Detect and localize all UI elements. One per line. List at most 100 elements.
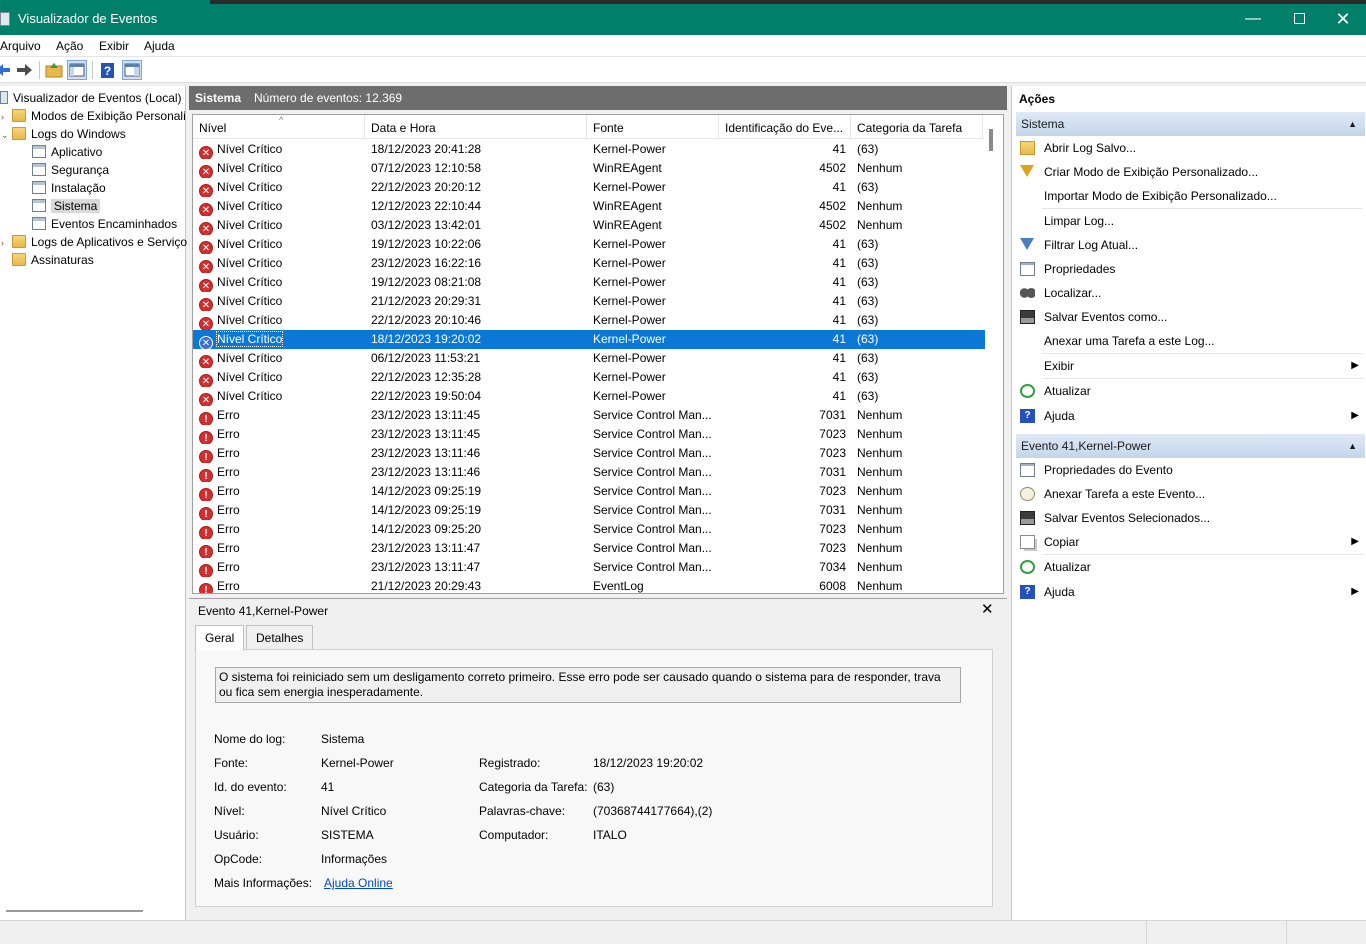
cell-level: ✕ Nível Crítico bbox=[199, 178, 359, 197]
action-help[interactable]: ? Ajuda ▶ bbox=[1016, 404, 1365, 428]
tree-custom-views[interactable]: Modos de Exibição Personali bbox=[12, 107, 186, 125]
chevron-down-icon[interactable]: ⌄ bbox=[1, 130, 9, 141]
action-import-custom-view[interactable]: Importar Modo de Exibição Personalizado.… bbox=[1016, 184, 1365, 208]
table-row[interactable]: ✕ Nível Crítico 22/12/2023 20:20:12 Kernel-… bbox=[193, 178, 985, 197]
critical-icon: ✕ bbox=[199, 203, 213, 216]
online-help-link[interactable]: Ajuda Online bbox=[324, 876, 393, 890]
show-hide-tree-button[interactable] bbox=[67, 60, 87, 80]
action-create-custom-view[interactable]: Criar Modo de Exibição Personalizado... bbox=[1016, 160, 1365, 184]
tree-security[interactable]: Segurança bbox=[32, 161, 109, 179]
help-button[interactable]: ? bbox=[99, 60, 119, 80]
menu-arquivo[interactable]: Arquivo bbox=[0, 39, 41, 53]
horizontal-scrollbar[interactable] bbox=[6, 910, 143, 912]
action-help-event[interactable]: ? Ajuda ▶ bbox=[1016, 580, 1365, 604]
table-row[interactable]: ✕ Nível Crítico 21/12/2023 20:29:31 Kernel-… bbox=[193, 292, 985, 311]
table-row[interactable]: ! Erro 14/12/2023 09:25:20 Service Control … bbox=[193, 520, 985, 539]
cell-event-id: 41 bbox=[832, 275, 846, 289]
table-row[interactable]: ✕ Nível Crítico 22/12/2023 12:35:28 Kernel-… bbox=[193, 368, 985, 387]
table-row[interactable]: ✕ Nível Crítico 03/12/2023 13:42:01 WinREAg… bbox=[193, 216, 985, 235]
forward-button[interactable] bbox=[14, 60, 34, 80]
chevron-right-icon[interactable]: › bbox=[1, 238, 4, 248]
table-row[interactable]: ✕ Nível Crítico 06/12/2023 11:53:21 Kernel-… bbox=[193, 349, 985, 368]
table-row[interactable]: ! Erro 23/12/2023 13:11:46 Service Control … bbox=[193, 444, 985, 463]
action-clear-log[interactable]: Limpar Log... bbox=[1016, 209, 1365, 233]
action-properties-label: Propriedades bbox=[1044, 262, 1116, 276]
cell-event-id: 41 bbox=[832, 180, 846, 194]
table-row[interactable]: ✕ Nível Crítico 12/12/2023 22:10:44 WinREAg… bbox=[193, 197, 985, 216]
tree-subscriptions[interactable]: Assinaturas bbox=[12, 251, 94, 269]
cell-level: ✕ Nível Crítico bbox=[199, 330, 359, 349]
table-row[interactable]: ! Erro 23/12/2023 13:11:46 Service Control … bbox=[193, 463, 985, 482]
close-button[interactable]: ✕ bbox=[1320, 6, 1366, 32]
cell-date: 21/12/2023 20:29:31 bbox=[371, 294, 482, 308]
tree-setup[interactable]: Instalação bbox=[32, 179, 106, 197]
action-attach-task-log[interactable]: Anexar uma Tarefa a este Log... bbox=[1016, 329, 1365, 353]
event-list: Nível ^ Data e Hora Fonte Identificação d… bbox=[192, 114, 1004, 594]
column-header-task-category[interactable]: Categoria da Tarefa bbox=[851, 115, 983, 139]
action-event-properties[interactable]: Propriedades do Evento bbox=[1016, 458, 1365, 482]
collapse-up-icon[interactable]: ▲ bbox=[1348, 434, 1357, 458]
column-header-level[interactable]: Nível ^ bbox=[193, 115, 365, 139]
action-save-events-as[interactable]: Salvar Eventos como... bbox=[1016, 305, 1365, 329]
show-hide-action-pane-button[interactable] bbox=[122, 60, 142, 80]
cell-task-category: Nenhum bbox=[857, 408, 903, 422]
menu-ajuda[interactable]: Ajuda bbox=[144, 39, 175, 53]
action-save-selected-events[interactable]: Salvar Eventos Selecionados... bbox=[1016, 506, 1365, 530]
action-properties[interactable]: Propriedades bbox=[1016, 257, 1365, 281]
table-row[interactable]: ! Erro 23/12/2023 13:11:47 Service Control … bbox=[193, 558, 985, 577]
minimize-button[interactable]: — bbox=[1230, 6, 1276, 32]
table-row[interactable]: ✕ Nível Crítico 23/12/2023 16:22:16 Kernel-… bbox=[193, 254, 985, 273]
menu-acao[interactable]: Ação bbox=[56, 39, 83, 53]
table-row[interactable]: ✕ Nível Crítico 19/12/2023 10:22:06 Kernel-… bbox=[193, 235, 985, 254]
table-row[interactable]: ✕ Nível Crítico 18/12/2023 20:41:28 Kernel-… bbox=[193, 140, 985, 159]
table-row[interactable]: ✕ Nível Crítico 22/12/2023 20:10:46 Kernel-… bbox=[193, 311, 985, 330]
cell-level: ! Erro bbox=[199, 577, 359, 593]
action-filter-log[interactable]: Filtrar Log Atual... bbox=[1016, 233, 1365, 257]
actions-section-system[interactable]: Sistema ▲ bbox=[1016, 112, 1365, 136]
tree-root[interactable]: Visualizador de Eventos (Local) bbox=[0, 89, 182, 107]
actions-section-event[interactable]: Evento 41,Kernel-Power ▲ bbox=[1016, 434, 1365, 458]
submenu-arrow-icon: ▶ bbox=[1351, 586, 1359, 597]
table-row[interactable]: ! Erro 23/12/2023 13:11:47 Service Control … bbox=[193, 539, 985, 558]
action-attach-task-event[interactable]: Anexar Tarefa a este Evento... bbox=[1016, 482, 1365, 506]
action-refresh[interactable]: Atualizar bbox=[1016, 379, 1365, 403]
cell-date: 06/12/2023 11:53:21 bbox=[371, 351, 481, 365]
tree-apps-services-logs[interactable]: Logs de Aplicativos e Serviço bbox=[12, 233, 187, 251]
detail-close-icon[interactable]: ✕ bbox=[981, 600, 994, 618]
tree-security-label: Segurança bbox=[51, 163, 110, 177]
tab-details[interactable]: Detalhes bbox=[246, 625, 314, 649]
action-open-saved-log[interactable]: Abrir Log Salvo... bbox=[1016, 136, 1365, 160]
table-row[interactable]: ! Erro 21/12/2023 20:29:43 EventLog 6008 Nenh… bbox=[193, 577, 985, 593]
table-row[interactable]: ✕ Nível Crítico 18/12/2023 19:20:02 Kernel-… bbox=[193, 330, 985, 349]
table-row[interactable]: ! Erro 23/12/2023 13:11:45 Service Control … bbox=[193, 406, 985, 425]
column-header-source[interactable]: Fonte bbox=[587, 115, 719, 139]
vertical-scrollbar-thumb[interactable] bbox=[989, 129, 993, 151]
table-row[interactable]: ✕ Nível Crítico 22/12/2023 19:50:04 Kernel-… bbox=[193, 387, 985, 406]
action-find[interactable]: Localizar... bbox=[1016, 281, 1365, 305]
table-row[interactable]: ✕ Nível Crítico 19/12/2023 08:21:08 Kernel-… bbox=[193, 273, 985, 292]
collapse-up-icon[interactable]: ▲ bbox=[1348, 112, 1357, 136]
table-row[interactable]: ! Erro 14/12/2023 09:25:19 Service Control … bbox=[193, 482, 985, 501]
tree-system[interactable]: Sistema bbox=[32, 197, 101, 215]
menu-exibir[interactable]: Exibir bbox=[99, 39, 129, 53]
column-header-event-id[interactable]: Identificação do Eve... bbox=[719, 115, 851, 139]
computer-label: Computador: bbox=[479, 828, 549, 842]
table-row[interactable]: ! Erro 23/12/2023 13:11:45 Service Control … bbox=[193, 425, 985, 444]
column-header-date[interactable]: Data e Hora bbox=[365, 115, 587, 139]
maximize-button[interactable] bbox=[1276, 6, 1322, 32]
tree-application[interactable]: Aplicativo bbox=[32, 143, 102, 161]
tree-forwarded-events[interactable]: Eventos Encaminhados bbox=[32, 215, 177, 233]
tab-general[interactable]: Geral bbox=[195, 625, 245, 651]
action-view[interactable]: Exibir ▶ bbox=[1016, 354, 1365, 378]
action-copy[interactable]: Copiar ▶ bbox=[1016, 530, 1365, 554]
table-row[interactable]: ! Erro 14/12/2023 09:25:19 Service Control … bbox=[193, 501, 985, 520]
table-row[interactable]: ✕ Nível Crítico 07/12/2023 12:10:58 WinREAg… bbox=[193, 159, 985, 178]
log-name-label: Nome do log: bbox=[214, 732, 286, 746]
action-clear-log-label: Limpar Log... bbox=[1044, 214, 1115, 228]
cell-level: ✕ Nível Crítico bbox=[199, 140, 359, 159]
action-refresh-event[interactable]: Atualizar bbox=[1016, 555, 1365, 579]
tree-windows-logs[interactable]: Logs do Windows bbox=[12, 125, 126, 143]
up-folder-button[interactable] bbox=[45, 60, 65, 80]
level-text: Erro bbox=[217, 465, 240, 479]
chevron-right-icon[interactable]: › bbox=[1, 112, 4, 122]
